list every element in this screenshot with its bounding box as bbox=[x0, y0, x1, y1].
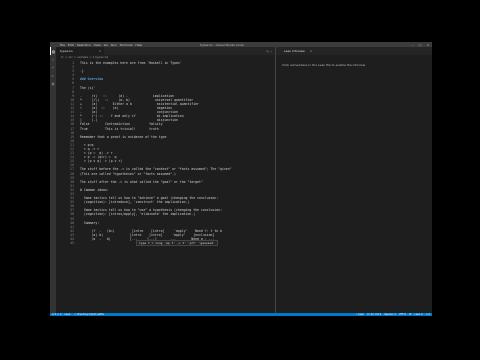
vscode-window: File Edit Selection View Go Run Terminal… bbox=[50, 42, 432, 316]
breadcrumb[interactable]: C: > src > sample > λ types.hs bbox=[56, 55, 275, 60]
status-task[interactable]: > Checking import paths bbox=[74, 313, 104, 316]
status-problems[interactable]: ⊗ 0 ⚠ 0 bbox=[52, 313, 61, 316]
status-indentation[interactable]: Spaces: 4 bbox=[384, 313, 396, 316]
more-actions-icon[interactable]: ⋯ bbox=[270, 49, 272, 53]
tab-close-icon[interactable]: × bbox=[98, 47, 101, 55]
status-eol[interactable]: LF bbox=[409, 313, 412, 316]
menu-bar: File Edit Selection View Go Run Terminal… bbox=[60, 43, 142, 47]
menu-run[interactable]: Run bbox=[111, 43, 117, 47]
hover-tooltip: type t = long 'ap t' -> t' 'prt' 'gausse… bbox=[136, 240, 218, 246]
status-cursor-position[interactable]: Ln 22, Col 6 bbox=[367, 313, 381, 316]
close-icon[interactable]: × bbox=[426, 43, 429, 47]
status-lean[interactable]: Lean: bbox=[64, 313, 71, 316]
status-language[interactable]: Lean 4 bbox=[415, 313, 423, 316]
menu-selection[interactable]: Selection bbox=[77, 43, 91, 47]
tab-label: types.hs bbox=[60, 49, 73, 53]
panel-close-icon[interactable]: × bbox=[310, 49, 313, 53]
infoview-panel: Lean Infoview × Click somewhere in the L… bbox=[275, 47, 432, 313]
code-editor[interactable]: 1 This is the examples here are from 'Has… bbox=[56, 61, 275, 313]
menu-view[interactable]: View bbox=[94, 43, 101, 47]
window-title: types.hs - Visual Studio Code bbox=[200, 42, 244, 47]
tab-lean-infoview[interactable]: Lean Infoview × bbox=[276, 47, 432, 55]
editor-actions: ◫ ⋯ bbox=[267, 47, 272, 55]
menu-file[interactable]: File bbox=[60, 43, 65, 47]
menu-edit[interactable]: Edit bbox=[68, 43, 74, 47]
tab-types-hs[interactable]: types.hs × bbox=[56, 47, 104, 55]
menu-terminal[interactable]: Terminal bbox=[120, 43, 133, 47]
infoview-message: Click somewhere in the Lean file to enab… bbox=[282, 63, 366, 67]
status-encoding[interactable]: UTF-8 bbox=[399, 313, 406, 316]
window-controls: – □ × bbox=[412, 43, 429, 47]
line-number: 45 bbox=[70, 241, 74, 246]
maximize-icon[interactable]: □ bbox=[419, 43, 422, 47]
editor-tab-bar: types.hs × ◫ ⋯ bbox=[56, 47, 275, 55]
status-notifications[interactable]: ⚠ 0 bbox=[426, 313, 430, 316]
menu-go[interactable]: Go bbox=[104, 43, 108, 47]
menu-help[interactable]: Help bbox=[135, 43, 142, 47]
minimize-icon[interactable]: – bbox=[412, 43, 414, 47]
status-lean-check[interactable]: ✓ Lean bbox=[355, 313, 364, 316]
split-editor-icon[interactable]: ◫ bbox=[267, 49, 269, 53]
status-bar: ⊗ 0 ⚠ 0 Lean: > Checking import paths ✓ … bbox=[50, 313, 432, 316]
panel-tab-label: Lean Infoview bbox=[284, 49, 305, 53]
